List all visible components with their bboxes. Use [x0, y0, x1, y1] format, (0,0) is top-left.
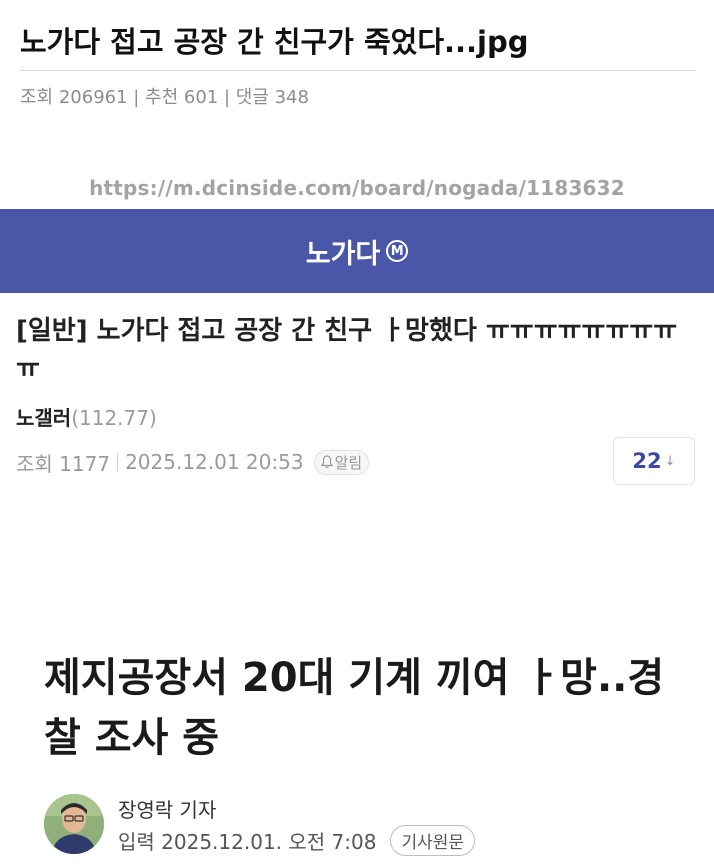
article-stats: 조회 1177 2025.12.01 20:53 알림: [16, 448, 370, 476]
reporter-name[interactable]: 장영락 기자: [118, 794, 216, 823]
news-headline: 제지공장서 20대 기계 끼여 ㅏ망..경찰 조사 중: [44, 655, 665, 761]
alarm-button[interactable]: 알림: [313, 449, 370, 475]
gallery-header-bar: 노가다 M: [0, 209, 714, 293]
article-author: 노갤러(112.77): [16, 402, 157, 431]
bell-icon: [320, 455, 333, 469]
gallery-name[interactable]: 노가다: [306, 232, 381, 271]
stats-separator: [117, 453, 119, 471]
article-title-text: 노가다 접고 공장 간 친구 ㅏ망했다 ㅠㅠㅠㅠㅠㅠㅠㅠㅠ: [16, 316, 678, 384]
article-datetime: 2025.12.01 20:53: [125, 450, 304, 474]
minor-gallery-badge-icon: M: [386, 240, 409, 262]
title-divider: [20, 70, 696, 71]
reporter-avatar: [44, 794, 104, 854]
comment-count-button[interactable]: 22 ↓: [613, 437, 695, 485]
author-ip: (112.77): [71, 406, 157, 430]
reporter-photo: [44, 794, 104, 854]
arrow-down-icon: ↓: [664, 453, 676, 469]
article-title: [일반] 노가다 접고 공장 간 친구 ㅏ망했다 ㅠㅠㅠㅠㅠㅠㅠㅠㅠ: [16, 312, 700, 388]
news-input-line: 입력 2025.12.01. 오전 7:08 기사원문: [118, 824, 476, 856]
article-category: [일반]: [16, 316, 88, 346]
alarm-label: 알림: [334, 453, 363, 472]
author-nickname[interactable]: 노갤러: [16, 406, 71, 430]
source-url-watermark: https://m.dcinside.com/board/nogada/1183…: [89, 176, 625, 200]
post-meta: 조회 206961 | 추천 601 | 댓글 348: [20, 87, 309, 108]
article-views: 조회 1177: [16, 451, 111, 476]
comment-count: 22: [632, 449, 662, 473]
news-input-time: 입력 2025.12.01. 오전 7:08: [118, 829, 377, 854]
page-root: 노가다 접고 공장 간 친구가 죽었다...jpg 조회 206961 | 추천…: [0, 0, 714, 864]
original-article-button[interactable]: 기사원문: [390, 824, 476, 856]
post-title[interactable]: 노가다 접고 공장 간 친구가 죽었다...jpg: [20, 20, 700, 64]
